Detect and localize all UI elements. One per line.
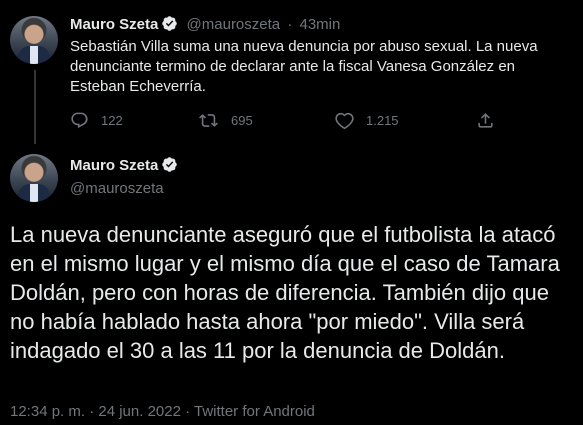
avatar-shirt: [30, 184, 38, 202]
tweet-header: Mauro Szeta @mauroszeta · 43min: [70, 15, 340, 36]
retweet-button[interactable]: 695: [198, 111, 253, 130]
reply-tweet-text: Sebastián Villa suma una nueva denuncia …: [70, 38, 538, 95]
reply-count: 122: [101, 113, 123, 128]
like-count: 1.215: [366, 113, 399, 128]
retweet-count: 695: [231, 113, 253, 128]
author-name[interactable]: Mauro Szeta: [70, 157, 158, 174]
avatar-shirt: [30, 46, 38, 64]
avatar[interactable]: [10, 16, 58, 64]
main-tweet-header: Mauro Szeta @mauroszeta: [70, 156, 178, 197]
retweet-icon: [199, 114, 218, 127]
like-button[interactable]: 1.215: [335, 111, 399, 130]
like-icon: [335, 112, 354, 130]
author-handle[interactable]: @mauroszeta: [70, 180, 178, 197]
time-ago[interactable]: 43min: [299, 16, 340, 33]
verified-badge-icon: [161, 156, 178, 178]
tweet-timestamp[interactable]: 12:34 p. m. · 24 jun. 2022 · Twitter for…: [10, 403, 315, 420]
verified-badge-icon: [161, 15, 178, 36]
author-name[interactable]: Mauro Szeta: [70, 16, 158, 33]
main-tweet-text: La nueva denunciante aseguró que el futb…: [10, 222, 560, 363]
reply-button[interactable]: 122: [70, 111, 123, 130]
thread-connector-line: [34, 70, 36, 144]
reply-icon: [71, 112, 88, 129]
share-icon: [478, 113, 493, 128]
author-handle[interactable]: @mauroszeta: [187, 16, 281, 33]
share-button[interactable]: [476, 111, 507, 130]
separator: ·: [287, 16, 293, 33]
avatar[interactable]: [10, 154, 58, 202]
